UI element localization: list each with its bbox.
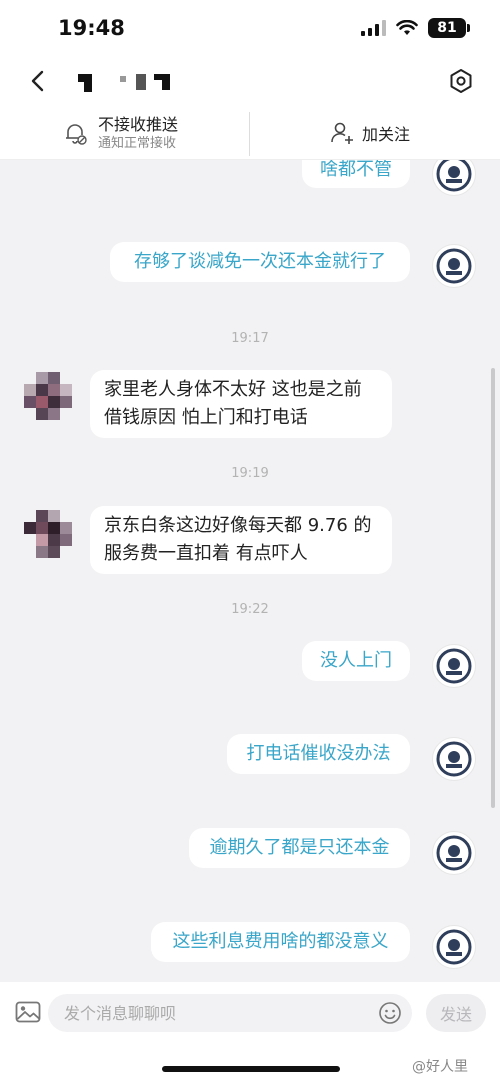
avatar-pixelated-icon <box>24 372 72 420</box>
message-line: 借钱原因 怕上门和打电话 <box>104 407 308 428</box>
timestamp: 19:17 <box>231 331 269 346</box>
bell-mute-icon <box>66 124 87 145</box>
divider <box>249 112 250 156</box>
battery-icon: 81 <box>428 18 470 38</box>
message-bubble-sent[interactable]: 没人上门 <box>302 641 410 681</box>
notification-title: 不接收推送 <box>98 115 179 134</box>
avatar-badge-icon <box>436 648 472 684</box>
message-text: 家里老人身体不太好 这也是之前 借钱原因 怕上门和打电话 <box>104 376 362 432</box>
image-icon[interactable] <box>14 998 42 1026</box>
cellular-signal-icon <box>361 20 386 36</box>
message-bubble-sent[interactable]: 这些利息费用啥的都没意义 <box>151 922 410 962</box>
action-bar: 不接收推送 通知正常接收 加关注 <box>0 104 500 160</box>
message-bubble-sent[interactable]: 逾期久了都是只还本金 <box>189 828 410 868</box>
avatar[interactable] <box>432 925 476 969</box>
settings-button[interactable] <box>446 66 476 96</box>
avatar-badge-icon <box>436 835 472 871</box>
chat-area[interactable]: 啥都不管 存够了谈减免一次还本金就行了 19:17 家里老人身体不太好 这也是之… <box>0 160 500 982</box>
message-text: 存够了谈减免一次还本金就行了 <box>134 251 386 272</box>
avatar[interactable] <box>24 510 72 558</box>
wifi-icon <box>396 20 418 35</box>
home-indicator[interactable] <box>162 1066 340 1072</box>
notification-subtitle: 通知正常接收 <box>98 136 177 151</box>
avatar[interactable] <box>432 160 476 196</box>
chevron-left-icon <box>31 70 44 92</box>
add-user-icon <box>331 122 353 144</box>
follow-label: 加关注 <box>362 125 411 144</box>
timestamp: 19:19 <box>231 466 269 481</box>
message-text: 京东白条这边好像每天都 9.76 的 服务费一直扣着 有点吓人 <box>104 512 372 568</box>
message-text: 没人上门 <box>320 650 392 671</box>
message-text: 打电话催收没办法 <box>246 743 391 764</box>
message-bubble-sent[interactable]: 啥都不管 <box>302 160 410 188</box>
message-text: 逾期久了都是只还本金 <box>209 837 390 858</box>
contact-name-redacted <box>78 72 178 94</box>
avatar[interactable] <box>432 644 476 688</box>
message-bubble-received[interactable]: 家里老人身体不太好 这也是之前 借钱原因 怕上门和打电话 <box>90 370 392 438</box>
status-bar: 19:48 81 <box>0 0 500 58</box>
back-button[interactable] <box>20 64 54 98</box>
message-text: 啥都不管 <box>320 160 392 180</box>
timestamp: 19:22 <box>231 602 269 617</box>
avatar-badge-icon <box>436 248 472 284</box>
avatar-pixelated-icon <box>24 510 72 558</box>
status-icons: 81 <box>361 18 470 38</box>
message-input[interactable] <box>48 994 412 1032</box>
message-line: 家里老人身体不太好 这也是之前 <box>104 379 362 400</box>
message-line: 服务费一直扣着 有点吓人 <box>104 543 308 564</box>
scrollbar[interactable] <box>491 368 495 808</box>
emoji-icon[interactable] <box>378 1001 402 1025</box>
send-button[interactable]: 发送 <box>426 994 486 1032</box>
follow-button[interactable]: 加关注 <box>330 118 410 148</box>
avatar[interactable] <box>24 372 72 420</box>
watermark: @好人里 <box>412 1059 468 1075</box>
avatar[interactable] <box>432 244 476 288</box>
message-bubble-received[interactable]: 京东白条这边好像每天都 9.76 的 服务费一直扣着 有点吓人 <box>90 506 392 574</box>
message-line: 京东白条这边好像每天都 9.76 的 <box>104 515 372 536</box>
message-bubble-sent[interactable]: 打电话催收没办法 <box>227 734 410 774</box>
avatar[interactable] <box>432 737 476 781</box>
avatar-badge-icon <box>436 741 472 777</box>
avatar[interactable] <box>432 831 476 875</box>
hexagon-gear-icon <box>450 69 472 93</box>
message-text: 这些利息费用啥的都没意义 <box>172 931 389 952</box>
notification-setting[interactable]: 不接收推送 通知正常接收 <box>62 112 242 156</box>
nav-bar <box>0 58 500 104</box>
battery-level: 81 <box>437 20 457 36</box>
notification-texts: 不接收推送 通知正常接收 <box>98 115 178 153</box>
avatar-badge-icon <box>436 160 472 192</box>
avatar-badge-icon <box>436 929 472 965</box>
status-time: 19:48 <box>58 16 125 40</box>
message-bubble-sent[interactable]: 存够了谈减免一次还本金就行了 <box>110 242 410 282</box>
